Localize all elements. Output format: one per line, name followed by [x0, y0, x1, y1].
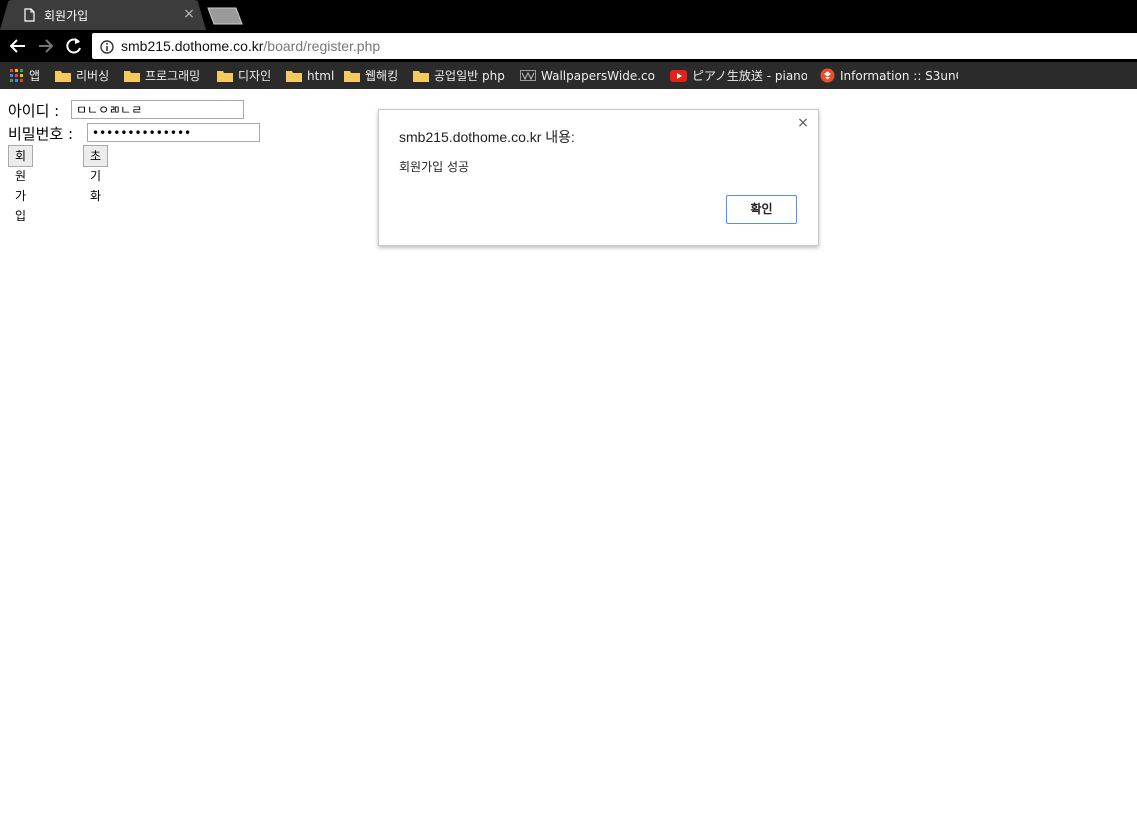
reload-icon[interactable] [62, 35, 86, 57]
bookmark-folder-php[interactable]: 공업일반 php [413, 62, 505, 89]
bookmark-label: 웹해킹 [365, 69, 399, 83]
bookmark-label: Information :: S3unGh [840, 68, 958, 83]
url-path: /board/register.php [263, 38, 381, 54]
info-icon[interactable] [100, 39, 114, 54]
youtube-icon [670, 69, 687, 82]
bookmark-label: 프로그래밍 [145, 69, 201, 83]
apps-grid-icon [10, 68, 23, 82]
tab-active[interactable]: 회원가입 × [0, 0, 206, 30]
password-input[interactable]: •••••••••••••• [87, 123, 260, 142]
new-tab-button[interactable] [206, 6, 246, 26]
bookmark-label: 리버싱 [76, 69, 110, 83]
folder-icon [286, 71, 302, 82]
register-submit-button[interactable]: 회원가입 [8, 145, 34, 223]
page-icon [24, 7, 35, 22]
password-label: 비밀번호 : [8, 125, 74, 143]
bookmark-label: 공업일반 php [434, 69, 505, 83]
bookmark-folder-programming[interactable]: 프로그래밍 [124, 62, 200, 89]
folder-icon [413, 71, 429, 82]
folder-icon [344, 71, 360, 82]
dialog-ok-button[interactable]: 확인 [726, 195, 797, 224]
bookmark-folder-html[interactable]: html [286, 62, 334, 89]
folder-icon [217, 71, 233, 82]
id-row: 아이디 : [8, 100, 59, 121]
dialog-message: 회원가입 성공 [399, 160, 470, 174]
bookmark-information[interactable]: Information :: S3unGh [820, 62, 958, 89]
tab-close-icon[interactable]: × [182, 6, 196, 22]
forward-arrow-icon[interactable] [34, 35, 58, 57]
dialog-close-icon[interactable]: × [796, 116, 810, 130]
folder-icon [124, 71, 140, 82]
alert-dialog: × smb215.dothome.co.kr 내용: 회원가입 성공 확인 [378, 109, 819, 246]
wallpaperswide-icon [520, 70, 536, 81]
tab-title: 회원가입 [44, 9, 89, 23]
dialog-title: smb215.dothome.co.kr 내용: [399, 129, 575, 145]
bookmark-label: 디자인 [238, 69, 272, 83]
tab-strip: 회원가입 × [0, 0, 1137, 30]
id-label: 아이디 : [8, 102, 60, 120]
password-row: 비밀번호 : [8, 123, 73, 144]
bookmark-folder-webhacking[interactable]: 웹해킹 [344, 62, 398, 89]
reset-button[interactable]: 초기화 [83, 145, 109, 203]
bookmarks-bar: 앱 리버싱 프로그래밍 디자인 html 웹해킹 공업일반 php Wallpa… [0, 62, 1137, 89]
bookmark-label: html [307, 68, 335, 83]
bookmark-youtube-piano[interactable]: ピアノ生放送 - piano [670, 62, 807, 89]
bookmark-folder-design[interactable]: 디자인 [217, 62, 271, 89]
id-input[interactable]: ㅁㄴㅇㄻㄴㄹ [71, 100, 244, 119]
site-icon [820, 68, 835, 83]
bookmark-label: 앱 [29, 69, 41, 83]
url-host: smb215.dothome.co.kr [121, 38, 264, 54]
url-text: smb215.dothome.co.kr/board/register.php [121, 38, 380, 54]
bookmark-label: WallpapersWide.com [541, 68, 656, 83]
back-arrow-icon[interactable] [6, 35, 30, 57]
bookmark-folder-reversing[interactable]: 리버싱 [55, 62, 109, 89]
folder-icon [55, 71, 71, 82]
address-bar[interactable]: smb215.dothome.co.kr/board/register.php [92, 33, 1137, 59]
bookmark-wallpaperswide[interactable]: WallpapersWide.com [520, 62, 656, 89]
bookmark-apps[interactable]: 앱 [10, 62, 40, 89]
bookmark-label: ピアノ生放送 - piano [692, 69, 807, 83]
